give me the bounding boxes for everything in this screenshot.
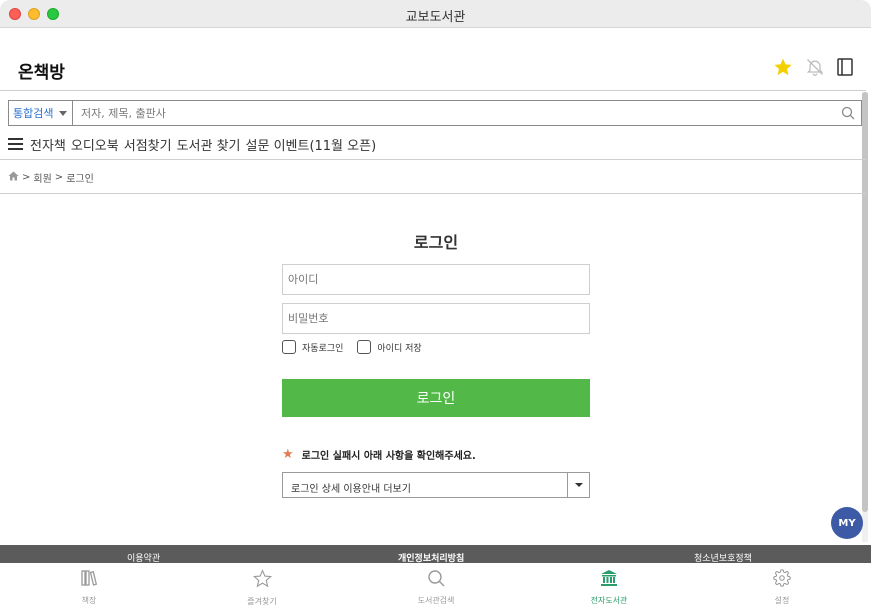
footer-link-youth[interactable]: 청소년보호정책 <box>694 551 752 563</box>
auto-login-label: 자동로그인 <box>302 343 344 354</box>
home-icon[interactable] <box>8 171 19 184</box>
category-menu: 전자책 오디오북 서점찾기 도서관 찾기 설문 이벤트(11월 오픈) <box>0 130 866 158</box>
dropdown-label: 로그인 상세 이용안내 더보기 <box>291 484 411 495</box>
menu-item-survey-event[interactable]: 설문 이벤트(11월 오픈) <box>246 135 377 154</box>
menu-item-find-bookstore[interactable]: 서점찾기 <box>124 135 172 154</box>
tab-label-e-library: 전자도서관 <box>590 596 628 605</box>
search-icon[interactable] <box>839 104 857 122</box>
tab-label-bookshelf: 책장 <box>81 596 97 605</box>
bottom-tab-bar: 책장 즐겨찾기 도서관검색 전자도서관 설정 <box>0 563 871 615</box>
tab-label-settings: 설정 <box>774 596 790 605</box>
save-id-label: 아이디 저장 <box>377 343 422 354</box>
search-bar: 통합검색 <box>8 100 862 126</box>
library-icon <box>600 569 618 591</box>
menu-divider <box>0 159 866 160</box>
chevron-down-icon <box>59 111 67 116</box>
star-outline-icon <box>252 569 272 592</box>
user-id-field[interactable] <box>282 264 590 295</box>
hamburger-menu-icon[interactable] <box>8 138 23 150</box>
chevron-down-icon <box>575 483 583 487</box>
window-title: 교보도서관 <box>405 10 466 25</box>
search-category-select[interactable]: 통합검색 <box>9 101 73 125</box>
page-title: 로그인 <box>413 233 459 252</box>
search-input[interactable] <box>81 103 831 123</box>
footer: 이용약관 개인정보처리방침 청소년보호정책 <box>0 545 871 563</box>
bell-off-icon[interactable] <box>804 56 826 78</box>
menu-item-find-library[interactable]: 도서관 찾기 <box>177 135 241 154</box>
notice-text: 로그인 실패시 아래 사항을 확인해주세요. <box>301 451 476 462</box>
bookshelf-icon <box>80 569 98 591</box>
save-id-checkbox[interactable] <box>357 340 372 354</box>
dropdown-toggle-button[interactable] <box>567 473 589 497</box>
app-header: 온책방 <box>0 28 871 90</box>
tab-bookshelf[interactable]: 책장 <box>39 569 139 611</box>
footer-link-privacy[interactable]: 개인정보처리방침 <box>398 551 464 563</box>
tab-label-library-search: 도서관검색 <box>417 596 455 605</box>
my-page-button[interactable]: MY <box>831 507 863 539</box>
login-guide-dropdown[interactable]: 로그인 상세 이용안내 더보기 <box>282 472 590 498</box>
gear-icon <box>773 569 791 591</box>
menu-item-ebook[interactable]: 전자책 <box>30 135 66 154</box>
search-category-label: 통합검색 <box>13 107 54 120</box>
star-icon[interactable] <box>772 56 794 78</box>
login-failure-notice: ★ 로그인 실패시 아래 사항을 확인해주세요. <box>282 447 476 462</box>
header-divider <box>0 90 866 91</box>
breadcrumb-separator: > <box>22 172 31 183</box>
auto-login-checkbox[interactable] <box>282 340 296 354</box>
menu-item-audiobook[interactable]: 오디오북 <box>71 135 119 154</box>
tab-library-search[interactable]: 도서관검색 <box>386 569 486 611</box>
breadcrumb-item-login: 로그인 <box>66 174 94 185</box>
login-button[interactable]: 로그인 <box>282 379 590 417</box>
tab-label-favorites: 즐겨찾기 <box>247 597 277 606</box>
password-field[interactable] <box>282 303 590 334</box>
footer-link-terms[interactable]: 이용약관 <box>127 551 160 563</box>
tab-settings[interactable]: 설정 <box>732 569 832 611</box>
tab-e-library[interactable]: 전자도서관 <box>559 569 659 611</box>
search-icon <box>427 569 445 591</box>
app-title: 온책방 <box>18 63 65 83</box>
breadcrumb: > 회원 > 로그인 <box>8 170 94 185</box>
book-icon[interactable] <box>834 56 856 78</box>
window-titlebar: 교보도서관 <box>0 0 871 28</box>
breadcrumb-separator: > <box>54 172 64 183</box>
breadcrumb-divider <box>0 193 866 194</box>
star-icon: ★ <box>282 447 294 462</box>
breadcrumb-item-member[interactable]: 회원 <box>33 170 51 185</box>
tab-favorites[interactable]: 즐겨찾기 <box>212 569 312 611</box>
login-options: 자동로그인 아이디 저장 <box>282 340 436 354</box>
